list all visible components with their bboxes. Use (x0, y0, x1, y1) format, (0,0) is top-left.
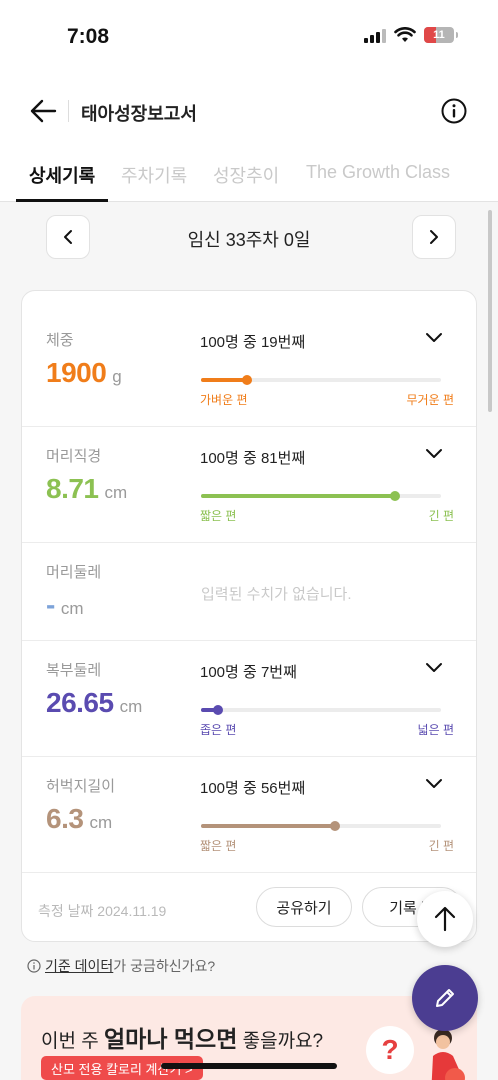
scale-right-label: 긴 편 (428, 509, 454, 523)
status-bar: 7:08 11 (0, 0, 498, 70)
header-divider (68, 100, 69, 122)
metric-row-abdominal-circumference: 복부둘레 26.65 cm 100명 중 7번째 좁은 편 넓은 편 (22, 641, 476, 757)
banner-title: 이번 주 얼마나 먹으면 좋을까요? (41, 1026, 324, 1052)
percentile-marker (330, 821, 341, 831)
pencil-icon (436, 989, 454, 1007)
chevron-down-icon[interactable] (424, 331, 444, 345)
pregnant-woman-illustration (431, 1029, 465, 1080)
metric-number: - (46, 589, 55, 620)
metric-value: 8.71 cm (46, 473, 127, 505)
scale-right-label: 긴 편 (428, 839, 454, 853)
metric-unit: cm (119, 697, 143, 716)
metric-value: 26.65 cm (46, 687, 142, 719)
percentile-fill (201, 378, 247, 382)
measurement-card: 체중 1900 g 100명 중 19번째 가벼운 편 무거운 편 머리직경 8… (21, 290, 477, 942)
arrow-up-icon (434, 906, 456, 932)
scale-right-label: 넓은 편 (417, 723, 454, 737)
share-button[interactable]: 공유하기 (256, 887, 352, 927)
metric-rank: 100명 중 19번째 (200, 334, 306, 351)
metric-value: 1900 g (46, 357, 122, 389)
percentile-fill (201, 494, 396, 498)
content-area: 임신 33주차 0일 체중 1900 g 100명 중 19번째 가벼운 편 무… (0, 202, 498, 1080)
scale-left-label: 짧은 편 (200, 509, 237, 523)
back-button[interactable] (26, 94, 60, 128)
chevron-right-icon (430, 230, 438, 244)
metric-rank: 100명 중 81번째 (200, 450, 306, 467)
metric-rank: 100명 중 7번째 (200, 664, 297, 681)
metric-number: 1900 (46, 357, 107, 388)
metric-value: 6.3 cm (46, 803, 112, 835)
metric-unit: cm (89, 813, 113, 832)
next-week-button[interactable] (412, 215, 456, 259)
scale-right-label: 무거운 편 (406, 393, 455, 407)
tab-growth-trend[interactable]: 성장추이 (213, 162, 279, 188)
scroll-to-top-button[interactable] (417, 891, 473, 947)
battery-level: 11 (433, 29, 445, 41)
metric-label: 복부둘레 (46, 662, 102, 679)
battery-icon: 11 (424, 27, 454, 43)
info-icon[interactable] (440, 97, 468, 125)
tab-weekly-record[interactable]: 주차기록 (121, 162, 187, 188)
help-line: 기준 데이터가 궁금하신가요? (27, 956, 215, 976)
measurement-date: 측정 날짜 2024.11.19 (38, 903, 167, 919)
metric-row-weight: 체중 1900 g 100명 중 19번째 가벼운 편 무거운 편 (22, 291, 476, 427)
metric-row-femur-length: 허벅지길이 6.3 cm 100명 중 56번째 짧은 편 긴 편 (22, 757, 476, 873)
metric-number: 6.3 (46, 803, 84, 834)
metric-unit: g (112, 367, 122, 386)
percentile-marker (241, 375, 252, 385)
percentile-track (201, 705, 441, 715)
metric-label: 머리직경 (46, 448, 102, 465)
help-suffix: 가 궁금하신가요? (113, 958, 216, 974)
metric-unit: cm (60, 599, 84, 618)
chevron-down-icon[interactable] (424, 777, 444, 791)
card-footer: 측정 날짜 2024.11.19 공유하기 기록 편 (22, 873, 476, 941)
percentile-track (201, 491, 441, 501)
status-icons: 11 (364, 27, 458, 43)
metric-value: - cm (46, 589, 84, 621)
percentile-marker (390, 491, 401, 501)
metric-row-head-diameter: 머리직경 8.71 cm 100명 중 81번째 짧은 편 긴 편 (22, 427, 476, 543)
info-small-icon (27, 959, 41, 973)
metric-label: 허벅지길이 (46, 778, 116, 795)
write-record-button[interactable] (412, 965, 478, 1031)
question-mark-icon: ? (366, 1026, 414, 1074)
metric-number: 26.65 (46, 687, 114, 718)
percentile-marker (212, 705, 223, 715)
back-arrow-icon (30, 99, 57, 123)
metric-rank: 100명 중 56번째 (200, 780, 306, 797)
percentile-track (201, 821, 441, 831)
metric-label: 체중 (46, 332, 74, 349)
metric-unit: cm (104, 483, 128, 502)
wifi-icon (394, 27, 416, 42)
tab-growth-class[interactable]: The Growth Class (306, 162, 450, 183)
home-indicator (161, 1063, 337, 1069)
scale-left-label: 가벼운 편 (200, 393, 248, 407)
signal-icon (364, 27, 386, 43)
page-title: 태아성장보고서 (81, 104, 197, 124)
reference-data-link[interactable]: 기준 데이터 (45, 958, 113, 974)
tab-detail-record[interactable]: 상세기록 (29, 162, 95, 188)
metric-number: 8.71 (46, 473, 99, 504)
chevron-down-icon[interactable] (424, 661, 444, 675)
scale-left-label: 짧은 편 (200, 839, 237, 853)
metric-label: 머리둘레 (46, 564, 102, 581)
status-time: 7:08 (67, 25, 110, 48)
empty-value-message: 입력된 수치가 없습니다. (201, 586, 352, 603)
tab-bar: 상세기록 주차기록 성장추이 The Growth Class (0, 146, 498, 202)
percentile-track (201, 375, 441, 385)
scale-left-label: 좁은 편 (200, 723, 237, 737)
percentile-fill (201, 824, 336, 828)
chevron-down-icon[interactable] (424, 447, 444, 461)
metric-row-head-circumference: 머리둘레 - cm 입력된 수치가 없습니다. (22, 543, 476, 641)
app-header: 태아성장보고서 (0, 84, 498, 138)
